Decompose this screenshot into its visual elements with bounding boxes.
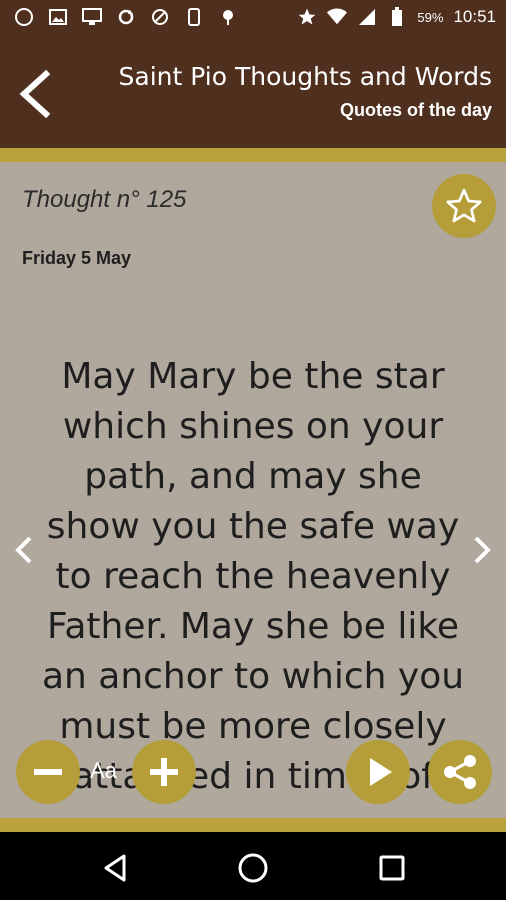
next-thought-button[interactable]: [468, 532, 498, 568]
previous-thought-button[interactable]: [8, 532, 38, 568]
chevron-right-icon: [474, 536, 491, 564]
image-icon: [48, 7, 68, 27]
nav-home-button[interactable]: [235, 850, 271, 886]
status-bar: 59% 10:51: [0, 0, 506, 36]
triangle-back-icon: [104, 854, 126, 882]
divider-bottom: [0, 818, 506, 832]
cell-signal-icon: [357, 7, 377, 27]
system-icons: 59% 10:51: [297, 7, 496, 27]
share-icon: [444, 755, 476, 789]
play-icon: [370, 758, 392, 786]
play-audio-button[interactable]: [346, 740, 410, 804]
font-size-label: Aa: [90, 758, 117, 783]
system-nav-bar: [0, 832, 506, 900]
favorite-button[interactable]: [432, 174, 496, 238]
blocked-icon: [150, 7, 170, 27]
notification-icons: [14, 7, 238, 27]
moon-icon: [14, 7, 34, 27]
circle-home-icon: [238, 853, 268, 883]
decrease-font-button[interactable]: [16, 740, 80, 804]
app-title: Saint Pio Thoughts and Words: [118, 62, 492, 91]
divider-top: [0, 148, 506, 162]
chevron-left-icon: [15, 536, 32, 564]
monitor-icon: [82, 7, 102, 27]
phone-icon: [184, 7, 204, 27]
back-button[interactable]: [14, 68, 58, 120]
thought-number: Thought n° 125: [22, 186, 187, 213]
app-bar: Saint Pio Thoughts and Words Quotes of t…: [0, 36, 506, 148]
thought-date: Friday 5 May: [22, 248, 132, 268]
android-icon: [218, 7, 238, 27]
square-recents-icon: [379, 855, 405, 881]
nav-back-button[interactable]: [98, 850, 134, 886]
minus-icon: [34, 769, 62, 775]
star-outline-icon: [446, 188, 482, 223]
back-arrow-icon: [19, 69, 51, 119]
app-subtitle: Quotes of the day: [339, 100, 492, 120]
battery-icon: [387, 7, 407, 27]
battery-percent: 59%: [417, 9, 444, 25]
nav-recents-button[interactable]: [374, 850, 410, 886]
share-button[interactable]: [428, 740, 492, 804]
sync-icon: [116, 7, 136, 27]
thought-card: Thought n° 125 Friday 5 May May Mary be …: [0, 162, 506, 818]
star-icon: [297, 7, 317, 27]
wifi-icon: [327, 7, 348, 27]
quote-text: May Mary be the star which shines on you…: [41, 356, 465, 797]
increase-font-button[interactable]: [132, 740, 196, 804]
clock: 10:51: [453, 7, 496, 26]
plus-icon: [150, 758, 178, 786]
